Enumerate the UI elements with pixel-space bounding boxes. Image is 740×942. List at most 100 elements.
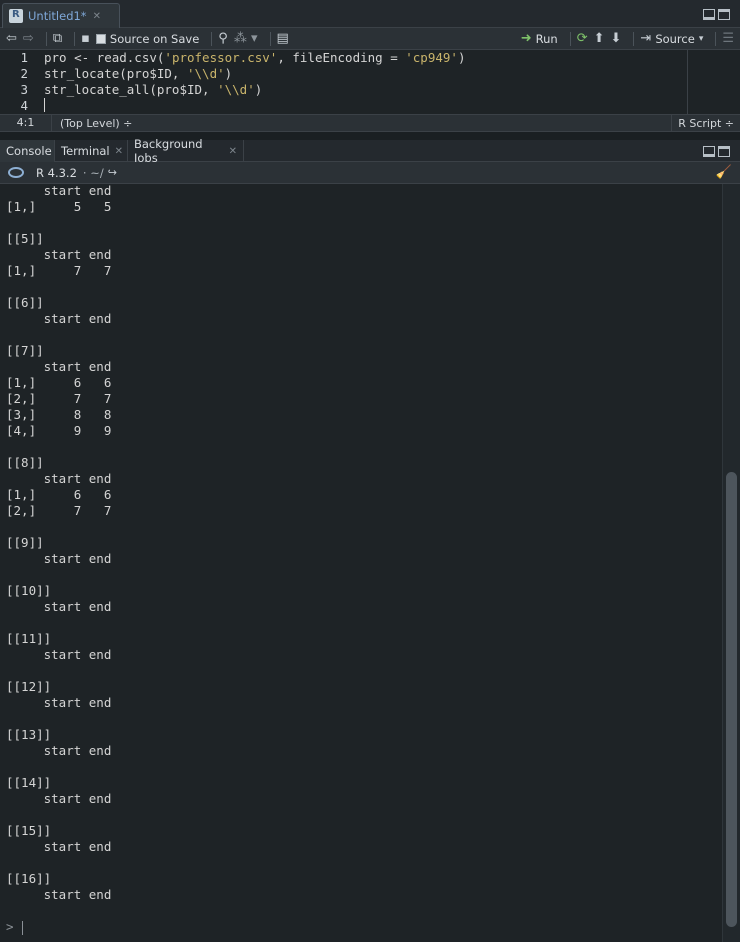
console-prompt[interactable]: > (6, 919, 23, 935)
console-tabbar: Console Terminal ✕ Background Jobs ✕ (0, 137, 740, 165)
toolbar-divider (715, 31, 717, 46)
console-output-line: [3,] 8 8 (6, 407, 112, 422)
toolbar-divider (74, 31, 76, 46)
source-icon: ⇥ (640, 31, 652, 46)
code-token: , fileEncoding = (277, 50, 406, 65)
code-line[interactable]: str_locate(pro$ID, '\\d') (44, 66, 465, 82)
line-number: 4 (20, 98, 28, 113)
toolbar-divider (569, 31, 571, 46)
console-output-line: start end (6, 599, 112, 614)
console-output-line: [[11]] (6, 631, 52, 646)
outline-icon[interactable]: ☰ (722, 31, 734, 46)
source-on-save-label: Source on Save (109, 31, 200, 46)
search-icon[interactable]: ⚲ (218, 31, 228, 46)
save-icon[interactable]: ▪ (81, 31, 90, 46)
minimize-pane-button[interactable] (703, 9, 715, 20)
console-toolbar: R 4.3.2 · ~/ ↪ 🧹 (0, 162, 740, 184)
code-token: str_locate(pro$ID, (44, 66, 187, 81)
console-output-line: [2,] 7 7 (6, 391, 112, 406)
maximize-pane-button[interactable] (718, 146, 730, 157)
broom-icon[interactable]: 🧹 (716, 165, 732, 180)
line-number: 1 (20, 50, 28, 65)
string-literal: '\\d' (217, 82, 255, 97)
toolbar-divider (633, 31, 635, 46)
console-output-line: start end (6, 887, 112, 902)
code-token: str_locate_all(pro$ID, (44, 82, 218, 97)
magic-wand-icon[interactable]: ⁂ ▾ (234, 31, 258, 46)
code-area[interactable]: pro <- read.csv('professor.csv', fileEnc… (44, 50, 465, 114)
console-pane-controls (703, 146, 730, 157)
tab-label: Console (6, 144, 52, 158)
arrow-up-icon[interactable]: ⬆ (594, 31, 605, 46)
tab-console[interactable]: Console (0, 140, 55, 162)
prompt-symbol: > (6, 919, 14, 934)
console-scrollbar[interactable] (722, 184, 740, 942)
code-line[interactable]: str_locate_all(pro$ID, '\\d') (44, 82, 465, 98)
tab-label: Background Jobs (134, 137, 203, 165)
r-file-icon (9, 9, 23, 23)
tab-untitled1[interactable]: Untitled1* ✕ (2, 3, 120, 28)
console-output-line: [1,] 6 6 (6, 487, 112, 502)
chevron-down-icon[interactable]: ▾ (699, 34, 704, 44)
maximize-pane-button[interactable] (718, 9, 730, 20)
console-output-line: [[13]] (6, 727, 52, 742)
close-icon[interactable]: ✕ (93, 11, 101, 22)
margin-line (687, 50, 688, 114)
scope-selector[interactable]: (Top Level) ÷ (60, 117, 132, 130)
close-icon[interactable]: ✕ (229, 146, 237, 157)
code-line[interactable]: pro <- read.csv('professor.csv', fileEnc… (44, 50, 465, 66)
close-icon[interactable]: ✕ (115, 146, 123, 157)
file-type-selector[interactable]: R Script ÷ (671, 115, 740, 132)
source-tabbar: Untitled1* ✕ (0, 0, 740, 28)
run-button[interactable]: ➜ Run (521, 31, 558, 46)
console-output-line: [[12]] (6, 679, 52, 694)
console-output-line: [[5]] (6, 231, 44, 246)
code-token: ) (457, 50, 466, 65)
tab-title: Untitled1* (28, 9, 87, 23)
pane-splitter[interactable] (0, 132, 740, 140)
source-on-save-toggle[interactable]: Source on Save (95, 31, 200, 46)
rerun-icon[interactable]: ⟳ (577, 31, 588, 46)
show-in-window-icon[interactable]: ⧉ (53, 31, 62, 46)
code-token: pro <- read.csv( (44, 50, 165, 65)
compile-report-icon[interactable]: ▤ (277, 31, 289, 46)
console-output-line: [2,] 7 7 (6, 503, 112, 518)
console-output-line: [[16]] (6, 871, 52, 886)
working-directory[interactable]: · ~/ (83, 166, 104, 180)
back-arrow-icon[interactable]: ⇦ (6, 31, 17, 46)
console-output-line: [1,] 6 6 (6, 375, 112, 390)
console-output-line: [[10]] (6, 583, 52, 598)
scrollbar-thumb[interactable] (726, 472, 737, 927)
run-label: Run (535, 31, 558, 46)
tab-background-jobs[interactable]: Background Jobs ✕ (128, 137, 244, 165)
toolbar-divider (211, 31, 213, 46)
go-to-directory-icon[interactable]: ↪ (108, 166, 117, 179)
checkbox-icon[interactable] (95, 33, 106, 44)
forward-arrow-icon[interactable]: ⇨ (23, 31, 34, 46)
console-output[interactable]: start end [1,] 5 5 [[5]] start end [1,] 7 7… (0, 184, 722, 942)
source-label: Source (655, 31, 695, 46)
run-icon: ➜ (520, 31, 532, 46)
line-number: 3 (20, 82, 28, 97)
string-literal: 'professor.csv' (164, 50, 278, 65)
minimize-pane-button[interactable] (703, 146, 715, 157)
source-pane-controls (703, 9, 730, 20)
text-cursor (44, 98, 45, 112)
code-line[interactable] (44, 98, 465, 114)
code-editor[interactable]: 1 2 3 4 pro <- read.csv('professor.csv',… (0, 50, 740, 114)
code-token: ) (224, 66, 233, 81)
source-button[interactable]: ⇥ Source ▾ (640, 31, 703, 46)
console-output-line: start end (6, 311, 112, 326)
arrow-down-icon[interactable]: ⬇ (611, 31, 622, 46)
console-output-line: [[9]] (6, 535, 44, 550)
tab-terminal[interactable]: Terminal ✕ (55, 140, 128, 162)
console-output-line: [[14]] (6, 775, 52, 790)
